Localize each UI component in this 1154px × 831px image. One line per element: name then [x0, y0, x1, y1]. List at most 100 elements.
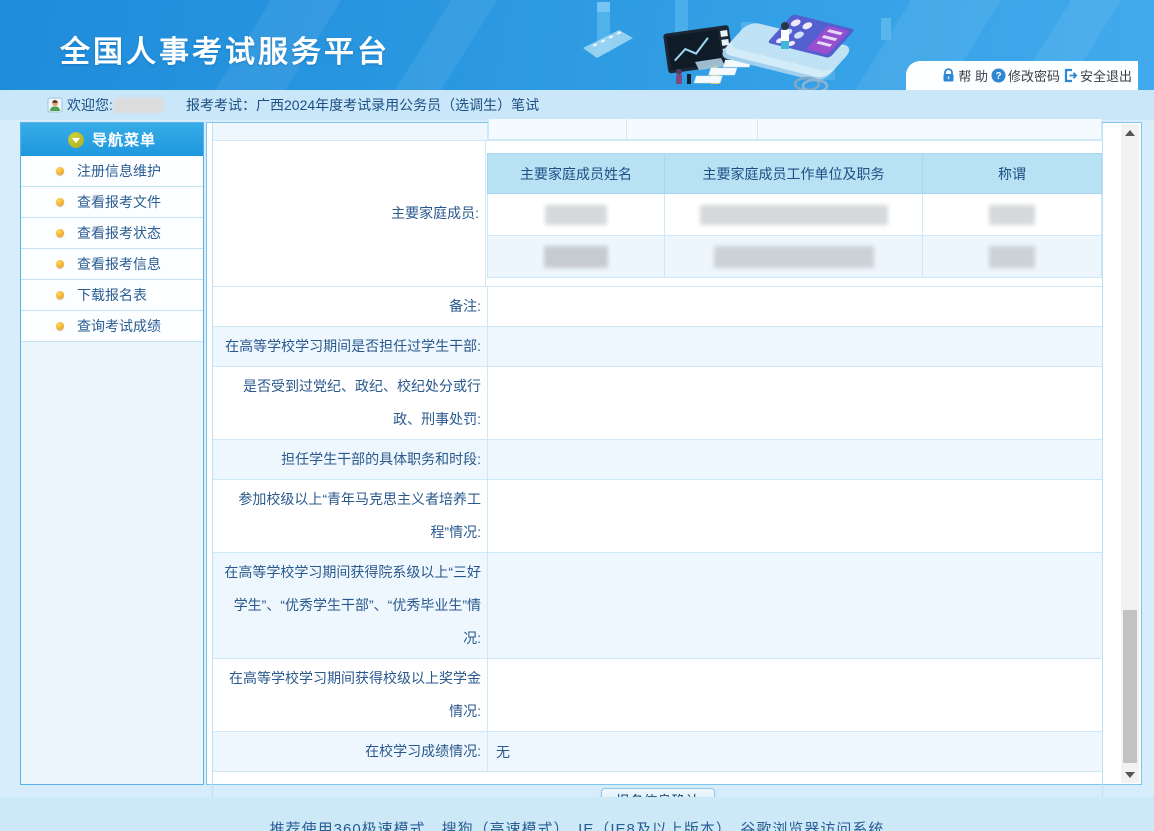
sidebar-header-label: 导航菜单 [92, 129, 156, 150]
family-members-table: 主要家庭成员姓名 主要家庭成员工作单位及职务 称谓 [487, 153, 1102, 278]
row-value [488, 287, 1102, 326]
bullet-icon [56, 291, 64, 299]
greeting-label: 欢迎您: [67, 95, 113, 115]
main-content-panel: 主要家庭成员: 主要家庭成员姓名 主要家庭成员工作单位及职务 称谓 [206, 122, 1142, 785]
bullet-icon [56, 229, 64, 237]
page-title: 全国人事考试服务平台 [60, 27, 390, 71]
redacted-value [989, 205, 1035, 225]
svg-text:?: ? [995, 71, 1001, 82]
row-value [488, 440, 1102, 479]
sidebar-item-query-exam-scores[interactable]: 查询考试成绩 [21, 311, 203, 342]
row-label: 在高等学校学习期间获得院系级以上“三好学生”、“优秀学生干部”、“优秀毕业生”情… [217, 556, 481, 655]
sidebar-item-label: 查看报考文件 [77, 192, 161, 212]
header-links-bar: 帮 助 ? 修改密码 安全退出 [906, 61, 1138, 90]
form-row-honors: 在高等学校学习期间获得院系级以上“三好学生”、“优秀学生干部”、“优秀毕业生”情… [213, 553, 1102, 659]
header-stripe [376, 0, 509, 90]
family-name-header: 主要家庭成员姓名 [488, 154, 665, 194]
family-table-row [488, 236, 1102, 278]
scroll-down-arrow-icon[interactable] [1121, 766, 1139, 783]
scroll-up-arrow-icon[interactable] [1121, 124, 1139, 141]
logout-label: 安全退出 [1080, 66, 1132, 85]
sidebar-item-view-application-info[interactable]: 查看报考信息 [21, 249, 203, 280]
redacted-value [714, 246, 874, 268]
family-members-value: 主要家庭成员姓名 主要家庭成员工作单位及职务 称谓 [486, 141, 1102, 286]
form-row-marxist-program: 参加校级以上“青年马克思主义者培养工程”情况: [213, 480, 1102, 553]
sidebar-item-view-exam-documents[interactable]: 查看报考文件 [21, 187, 203, 218]
help-link[interactable]: 帮 助 [941, 66, 988, 85]
logout-link[interactable]: 安全退出 [1063, 66, 1132, 85]
user-avatar-icon [47, 97, 63, 113]
question-icon: ? [991, 68, 1006, 83]
row-label: 备注: [449, 290, 481, 323]
sidebar-nav: 导航菜单 注册信息维护 查看报考文件 查看报考状态 查看报考信息 下载报名表 查… [20, 122, 204, 785]
lock-icon [941, 68, 956, 83]
fragment-value-cell [488, 123, 1102, 140]
family-members-label: 主要家庭成员: [213, 141, 486, 286]
bullet-icon [56, 167, 64, 175]
form-row-academic-record: 在校学习成绩情况: 无 [213, 732, 1102, 772]
row-value [488, 659, 1102, 731]
sidebar-item-label: 查看报考信息 [77, 254, 161, 274]
family-workunit-header: 主要家庭成员工作单位及职务 [665, 154, 923, 194]
redacted-value [544, 246, 608, 268]
family-table-row [488, 194, 1102, 236]
row-value [488, 367, 1102, 439]
welcome-bar: 欢迎您: 报考考试：广西2024年度考试录用公务员（选调生）笔试 [0, 90, 1154, 120]
logout-icon [1063, 68, 1078, 83]
row-label: 在高等学校学习期间获得校级以上奖学金情况: [217, 662, 481, 728]
sidebar-item-registration-info[interactable]: 注册信息维护 [21, 156, 203, 187]
form-row-scholarship: 在高等学校学习期间获得校级以上奖学金情况: [213, 659, 1102, 732]
row-label: 参加校级以上“青年马克思主义者培养工程”情况: [217, 483, 481, 549]
form-row-discipline-punishment: 是否受到过党纪、政纪、校纪处分或行政、刑事处罚: [213, 367, 1102, 440]
row-label: 担任学生干部的具体职务和时段: [281, 443, 481, 476]
family-members-row: 主要家庭成员: 主要家庭成员姓名 主要家庭成员工作单位及职务 称谓 [213, 141, 1102, 287]
app-header: 全国人事考试服务平台 帮 助 ? 修改密码 安全退出 [0, 0, 1154, 90]
sidebar-item-label: 查看报考状态 [77, 223, 161, 243]
vertical-scrollbar[interactable] [1121, 124, 1139, 783]
bullet-icon [56, 322, 64, 330]
row-label: 在校学习成绩情况: [365, 735, 481, 768]
redacted-value [700, 205, 888, 225]
row-label: 是否受到过党纪、政纪、校纪处分或行政、刑事处罚: [217, 370, 481, 436]
scrollbar-thumb[interactable] [1123, 610, 1137, 763]
sidebar-item-download-registration-form[interactable]: 下载报名表 [21, 280, 203, 311]
form-row-cadre-duty-period: 担任学生干部的具体职务和时段: [213, 440, 1102, 480]
table-fragment-row [213, 123, 1102, 141]
redacted-value [545, 205, 607, 225]
bullet-icon [56, 260, 64, 268]
sidebar-item-label: 查询考试成绩 [77, 316, 161, 336]
family-workunit-cell [665, 236, 923, 278]
bullet-icon [56, 198, 64, 206]
family-name-cell [488, 194, 665, 236]
page-footer: 推荐使用360极速模式、搜狗（高速模式）、IE（IE8及以上版本）、谷歌浏览器访… [0, 797, 1154, 831]
family-workunit-cell [665, 194, 923, 236]
help-link-label: 帮 助 [958, 66, 988, 85]
sidebar-item-label: 注册信息维护 [77, 161, 161, 181]
row-value: 无 [488, 732, 1102, 771]
family-table-header-row: 主要家庭成员姓名 主要家庭成员工作单位及职务 称谓 [488, 154, 1102, 194]
redacted-value [989, 246, 1035, 268]
sidebar-item-label: 下载报名表 [77, 285, 147, 305]
fragment-nested-table [488, 119, 1102, 140]
form-row-remarks: 备注: [213, 287, 1102, 327]
app-window: 全国人事考试服务平台 帮 助 ? 修改密码 安全退出 [0, 0, 1154, 831]
change-password-label: 修改密码 [1008, 66, 1060, 85]
row-value [488, 327, 1102, 366]
browser-recommendation-text: 推荐使用360极速模式、搜狗（高速模式）、IE（IE8及以上版本）、谷歌浏览器访… [0, 818, 1154, 831]
form-row-student-cadre: 在高等学校学习期间是否担任过学生干部: [213, 327, 1102, 367]
application-info-table: 主要家庭成员: 主要家庭成员姓名 主要家庭成员工作单位及职务 称谓 [212, 123, 1103, 830]
sidebar-header: 导航菜单 [21, 123, 203, 156]
exam-title-label: 报考考试：广西2024年度考试录用公务员（选调生）笔试 [186, 95, 539, 115]
family-relation-cell [923, 236, 1102, 278]
family-relation-header: 称谓 [923, 154, 1102, 194]
redacted-username [114, 98, 164, 113]
header-illustration [575, 0, 915, 90]
row-label: 在高等学校学习期间是否担任过学生干部: [225, 330, 481, 363]
sidebar-item-view-application-status[interactable]: 查看报考状态 [21, 218, 203, 249]
chevron-down-circle-icon [68, 132, 84, 148]
row-value [488, 553, 1102, 658]
change-password-link[interactable]: ? 修改密码 [991, 66, 1060, 85]
family-relation-cell [923, 194, 1102, 236]
fragment-label-cell [213, 123, 488, 140]
row-value [488, 480, 1102, 552]
